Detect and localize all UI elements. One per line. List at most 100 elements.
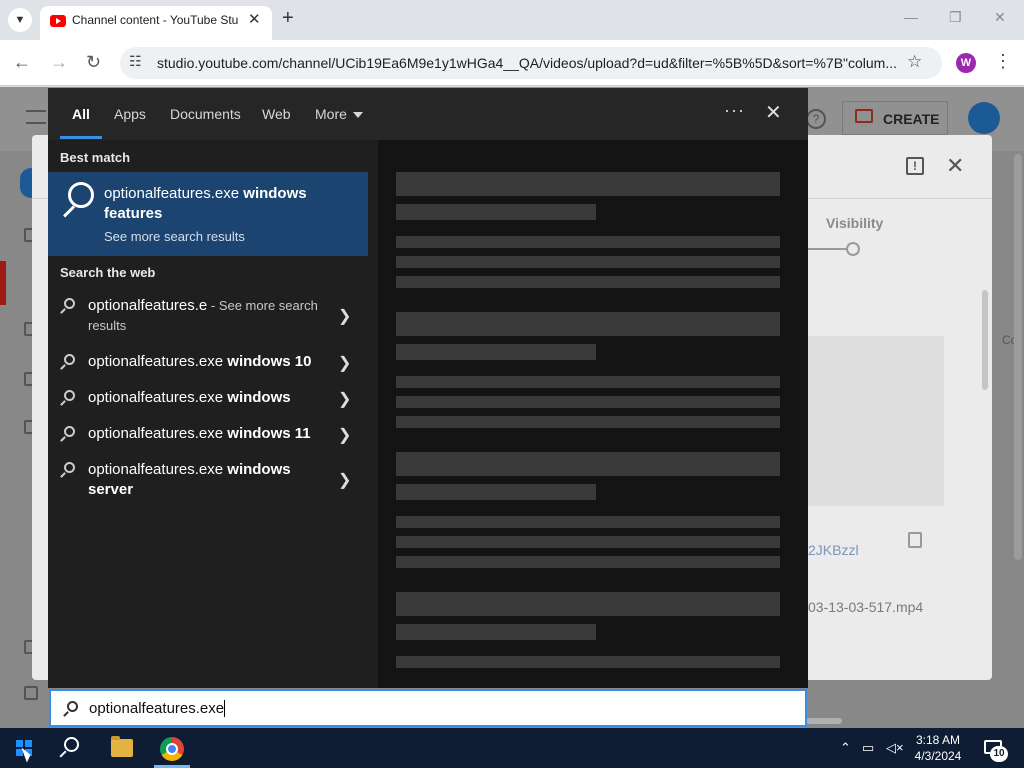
video-camera-icon — [855, 109, 873, 123]
active-tab-underline — [60, 136, 102, 139]
panel-close-icon[interactable]: ✕ — [765, 100, 782, 125]
loading-placeholder — [396, 312, 780, 336]
loading-placeholder — [396, 236, 780, 248]
address-bar[interactable]: ☷ studio.youtube.com/channel/UCib19Ea6M9… — [120, 47, 942, 79]
web-result-text: optionalfeatures.exe windows server — [88, 460, 308, 500]
minimize-button[interactable]: — — [904, 9, 918, 25]
search-filter-tabs: All Apps Documents Web More ··· ✕ — [48, 88, 808, 140]
chevron-right-icon[interactable]: ❯ — [338, 389, 351, 409]
browser-toolbar: ← → ↻ ☷ studio.youtube.com/channel/UCib1… — [0, 40, 1024, 86]
web-result-1[interactable]: optionalfeatures.exe windows 10 ❯ — [48, 352, 368, 376]
page-scrollbar[interactable] — [1014, 154, 1022, 560]
taskbar: ⌃ ▭ ◁× 3:18 AM 4/3/2024 10 — [0, 728, 1024, 768]
channel-avatar[interactable] — [968, 102, 1000, 134]
loading-placeholder — [396, 172, 780, 196]
more-options-icon[interactable]: ··· — [724, 100, 745, 121]
forward-arrow-icon[interactable]: → — [50, 52, 68, 73]
dialog-scrollbar[interactable] — [982, 290, 988, 390]
best-match-title: optionalfeatures.exe windows features — [104, 184, 354, 224]
tab-more[interactable]: More — [315, 106, 363, 122]
loading-placeholder — [396, 256, 780, 268]
tab-web[interactable]: Web — [262, 106, 291, 122]
video-link[interactable]: 2JKBzzl — [808, 542, 859, 558]
browser-tab[interactable]: Channel content - YouTube Stu ✕ — [40, 6, 272, 40]
volume-muted-icon[interactable]: ◁× — [886, 740, 904, 756]
maximize-button[interactable]: ❐ — [949, 9, 962, 26]
search-icon — [60, 462, 76, 478]
help-icon[interactable]: ? — [806, 109, 826, 129]
web-result-suffix: windows 10 — [223, 353, 312, 370]
horizontal-scrollbar[interactable] — [806, 718, 842, 724]
visibility-step-label[interactable]: Visibility — [826, 215, 883, 231]
show-hidden-icons-chevron-icon[interactable]: ⌃ — [840, 740, 851, 756]
search-input[interactable]: optionalfeatures.exe — [49, 689, 807, 727]
create-label: CREATE — [883, 111, 940, 127]
file-explorer-icon[interactable] — [111, 736, 133, 757]
loading-placeholder — [396, 344, 596, 360]
browser-menu-icon[interactable]: ⋮ — [994, 51, 1012, 72]
search-query-text[interactable]: optionalfeatures.exe — [89, 700, 226, 717]
profile-avatar[interactable]: W — [956, 53, 976, 73]
search-icon — [58, 182, 94, 222]
start-button[interactable] — [0, 728, 48, 768]
loading-placeholder — [396, 536, 780, 548]
browser-tab-strip: ▼ Channel content - YouTube Stu ✕ + — ❐ … — [0, 0, 1024, 40]
web-result-0[interactable]: optionalfeatures.e - See more search res… — [48, 296, 368, 342]
loading-placeholder — [396, 376, 780, 388]
chrome-icon[interactable] — [160, 737, 184, 761]
create-button[interactable]: CREATE — [842, 101, 948, 135]
web-result-text: optionalfeatures.exe windows 10 — [88, 352, 328, 372]
caret-down-icon — [352, 112, 363, 119]
loading-placeholder — [396, 592, 780, 616]
web-result-4[interactable]: optionalfeatures.exe windows server ❯ — [48, 460, 368, 504]
tab-documents[interactable]: Documents — [170, 106, 241, 122]
loading-placeholder — [396, 416, 780, 428]
stepper-track — [808, 248, 850, 250]
dialog-close-icon[interactable]: ✕ — [946, 153, 964, 179]
window-close-button[interactable]: ✕ — [994, 9, 1006, 26]
loading-placeholder — [396, 624, 596, 640]
hamburger-menu-icon[interactable] — [26, 110, 46, 124]
back-arrow-icon[interactable]: ← — [13, 52, 31, 73]
see-more-results-link[interactable]: See more search results — [104, 229, 245, 244]
loading-placeholder — [396, 556, 780, 568]
new-tab-button[interactable]: + — [282, 7, 294, 30]
chevron-right-icon[interactable]: ❯ — [338, 470, 351, 490]
text-caret — [224, 700, 226, 717]
tab-apps[interactable]: Apps — [114, 106, 146, 122]
chevron-right-icon[interactable]: ❯ — [338, 353, 351, 373]
web-result-text: optionalfeatures.exe windows — [88, 388, 328, 408]
clock-time: 3:18 AM — [915, 733, 961, 747]
tab-search-chevron-icon[interactable]: ▼ — [8, 8, 32, 32]
tab-title: Channel content - YouTube Stu — [72, 13, 239, 27]
site-info-icon[interactable]: ☷ — [129, 53, 142, 70]
reload-icon[interactable]: ↻ — [86, 52, 101, 73]
chevron-right-icon[interactable]: ❯ — [338, 306, 351, 326]
feedback-flag-icon[interactable]: ! — [906, 157, 924, 175]
loading-placeholder — [396, 516, 780, 528]
web-result-text: optionalfeatures.exe windows 11 — [88, 424, 328, 444]
tab-close-icon[interactable]: ✕ — [248, 10, 261, 28]
loading-placeholder — [396, 656, 780, 668]
taskbar-search-icon[interactable] — [58, 736, 84, 762]
network-icon[interactable]: ▭ — [862, 740, 874, 756]
best-match-result[interactable]: optionalfeatures.exe windows features Se… — [48, 172, 368, 256]
search-query-value: optionalfeatures.exe — [89, 700, 225, 717]
sidebar-feedback-icon[interactable] — [24, 686, 38, 700]
tab-all[interactable]: All — [72, 106, 90, 122]
web-result-2[interactable]: optionalfeatures.exe windows ❯ — [48, 388, 368, 412]
loading-placeholder — [396, 396, 780, 408]
best-match-header: Best match — [60, 150, 131, 165]
chevron-right-icon[interactable]: ❯ — [338, 425, 351, 445]
search-icon — [60, 354, 76, 370]
web-result-query: optionalfeatures.e — [88, 297, 208, 314]
video-preview — [808, 336, 944, 506]
web-result-query: optionalfeatures.exe — [88, 389, 224, 406]
loading-placeholder — [396, 276, 780, 288]
copy-icon[interactable] — [908, 532, 922, 548]
bookmark-star-icon[interactable]: ☆ — [907, 52, 922, 72]
web-result-3[interactable]: optionalfeatures.exe windows 11 ❯ — [48, 424, 368, 448]
clock[interactable]: 3:18 AM 4/3/2024 — [906, 732, 970, 764]
best-match-query: optionalfeatures.exe — [104, 185, 240, 202]
url-text[interactable]: studio.youtube.com/channel/UCib19Ea6M9e1… — [157, 55, 897, 71]
